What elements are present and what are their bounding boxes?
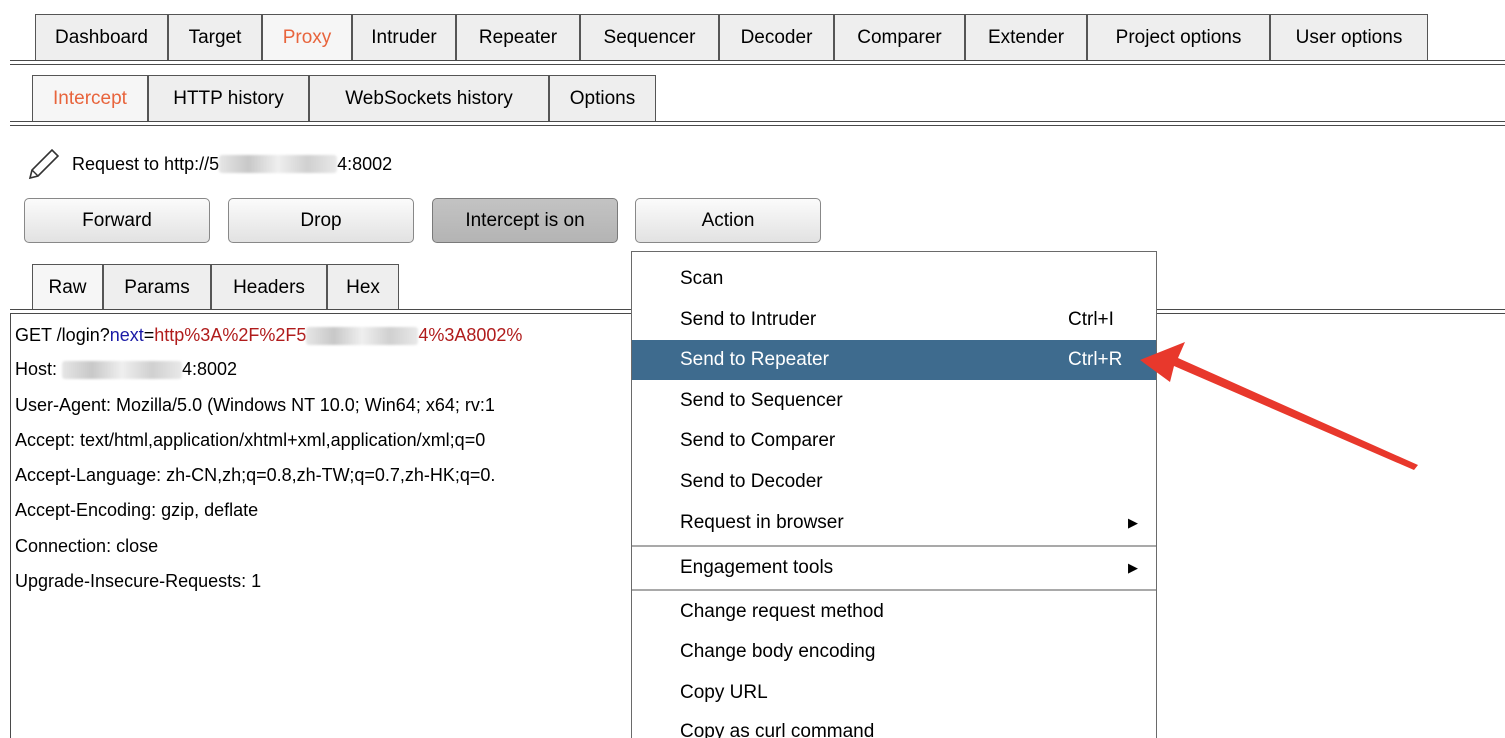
menu-item-engagement-tools[interactable]: Engagement tools ▶ bbox=[632, 548, 1156, 588]
menu-item-label: Send to Sequencer bbox=[680, 390, 843, 411]
menu-item-change-body-encoding[interactable]: Change body encoding bbox=[632, 632, 1156, 672]
submenu-arrow-icon: ▶ bbox=[1128, 515, 1138, 530]
menu-item-label: Send to Intruder bbox=[680, 309, 817, 330]
menu-item-send-to-decoder[interactable]: Send to Decoder bbox=[632, 462, 1156, 502]
menu-item-scan[interactable]: Scan bbox=[632, 259, 1156, 299]
redacted-host-ip bbox=[62, 361, 183, 380]
tab-intruder[interactable]: Intruder bbox=[352, 14, 456, 60]
menu-item-label: Engagement tools bbox=[680, 557, 834, 578]
tab-decoder[interactable]: Decoder bbox=[719, 14, 834, 60]
raw-request-editor[interactable]: GET /login?next=http%3A%2F%2F5 4%3A8002% … bbox=[0, 314, 640, 738]
menu-item-label: Copy URL bbox=[680, 682, 768, 703]
header-line: Connection: close bbox=[15, 536, 159, 556]
header-line: Accept-Language: zh-CN,zh;q=0.8,zh-TW;q=… bbox=[15, 465, 496, 485]
param-name: next bbox=[109, 325, 144, 345]
menu-item-change-request-method[interactable]: Change request method bbox=[632, 592, 1156, 632]
shortcut-label: Ctrl+I bbox=[1068, 309, 1114, 330]
menu-item-label: Send to Decoder bbox=[680, 471, 823, 492]
shortcut-label: Ctrl+R bbox=[1068, 349, 1123, 370]
header-line: Accept: text/html,application/xhtml+xml,… bbox=[15, 430, 486, 450]
request-target: Request to http://5 4:8002 bbox=[22, 146, 392, 182]
tab-project-options[interactable]: Project options bbox=[1087, 14, 1270, 60]
tab-bar-divider bbox=[10, 60, 1505, 61]
tab-target[interactable]: Target bbox=[168, 14, 262, 60]
action-button[interactable]: Action bbox=[635, 198, 821, 243]
request-target-suffix: 4:8002 bbox=[337, 153, 393, 174]
tab-proxy[interactable]: Proxy bbox=[262, 14, 352, 60]
request-target-prefix: Request to http://5 bbox=[72, 153, 220, 174]
tab-hex[interactable]: Hex bbox=[327, 264, 399, 309]
tab-extender[interactable]: Extender bbox=[965, 14, 1087, 60]
menu-item-send-to-intruder[interactable]: Send to Intruder Ctrl+I bbox=[632, 300, 1156, 340]
menu-item-label: Change body encoding bbox=[680, 641, 876, 662]
redacted-value bbox=[306, 327, 419, 346]
tab-params[interactable]: Params bbox=[103, 264, 211, 309]
menu-item-request-in-browser[interactable]: Request in browser ▶ bbox=[632, 503, 1156, 543]
request-line: GET /login?next=http%3A%2F%2F5 4%3A8002% bbox=[15, 317, 522, 353]
tab-intercept[interactable]: Intercept bbox=[32, 75, 148, 121]
menu-item-copy-url[interactable]: Copy URL bbox=[632, 673, 1156, 713]
action-context-menu: Scan Send to Intruder Ctrl+I Send to Repe… bbox=[631, 251, 1157, 738]
header-line: Accept-Encoding: gzip, deflate bbox=[15, 500, 259, 520]
tab-sequencer[interactable]: Sequencer bbox=[580, 14, 719, 60]
annotation-arrow-icon bbox=[1140, 342, 1418, 470]
menu-item-send-to-sequencer[interactable]: Send to Sequencer bbox=[632, 381, 1156, 421]
drop-button[interactable]: Drop bbox=[228, 198, 414, 243]
menu-separator bbox=[632, 589, 1156, 591]
tab-http-history[interactable]: HTTP history bbox=[148, 75, 309, 121]
host-header: Host: 4:8002 bbox=[15, 351, 237, 387]
forward-button[interactable]: Forward bbox=[24, 198, 210, 243]
menu-item-send-to-comparer[interactable]: Send to Comparer bbox=[632, 421, 1156, 461]
menu-item-send-to-repeater[interactable]: Send to Repeater Ctrl+R bbox=[632, 340, 1156, 380]
proxy-tab-divider-2 bbox=[10, 125, 1505, 126]
tab-headers[interactable]: Headers bbox=[211, 264, 327, 309]
pencil-icon bbox=[22, 146, 62, 182]
param-value-suffix: 4%3A8002% bbox=[418, 325, 523, 345]
menu-item-label: Send to Repeater bbox=[680, 349, 829, 370]
menu-item-copy-as-curl[interactable]: Copy as curl command bbox=[632, 712, 1156, 738]
menu-item-label: Request in browser bbox=[680, 512, 844, 533]
menu-item-label: Scan bbox=[680, 268, 724, 289]
tab-raw[interactable]: Raw bbox=[32, 264, 103, 309]
host-port: 4:8002 bbox=[182, 359, 238, 379]
header-line: Upgrade-Insecure-Requests: 1 bbox=[15, 571, 262, 591]
tab-user-options[interactable]: User options bbox=[1270, 14, 1428, 60]
submenu-arrow-icon: ▶ bbox=[1128, 560, 1138, 575]
host-label: Host: bbox=[15, 359, 63, 379]
tab-repeater[interactable]: Repeater bbox=[456, 14, 580, 60]
request-method-path: GET /login? bbox=[15, 325, 110, 345]
header-line: User-Agent: Mozilla/5.0 (Windows NT 10.0… bbox=[15, 395, 495, 415]
param-value-prefix: http%3A%2F%2F5 bbox=[154, 325, 307, 345]
menu-item-label: Change request method bbox=[680, 601, 884, 622]
tab-comparer[interactable]: Comparer bbox=[834, 14, 965, 60]
tab-websockets-history[interactable]: WebSockets history bbox=[309, 75, 549, 121]
tab-bar-divider-2 bbox=[10, 64, 1505, 65]
tab-dashboard[interactable]: Dashboard bbox=[35, 14, 168, 60]
param-equals: = bbox=[143, 325, 155, 345]
menu-separator bbox=[632, 545, 1156, 547]
menu-item-label: Send to Comparer bbox=[680, 430, 836, 451]
menu-item-label: Copy as curl command bbox=[680, 721, 875, 738]
intercept-toggle-button[interactable]: Intercept is on bbox=[432, 198, 618, 243]
proxy-tab-divider bbox=[10, 121, 1505, 122]
tab-options[interactable]: Options bbox=[549, 75, 656, 121]
redacted-host bbox=[219, 155, 338, 173]
